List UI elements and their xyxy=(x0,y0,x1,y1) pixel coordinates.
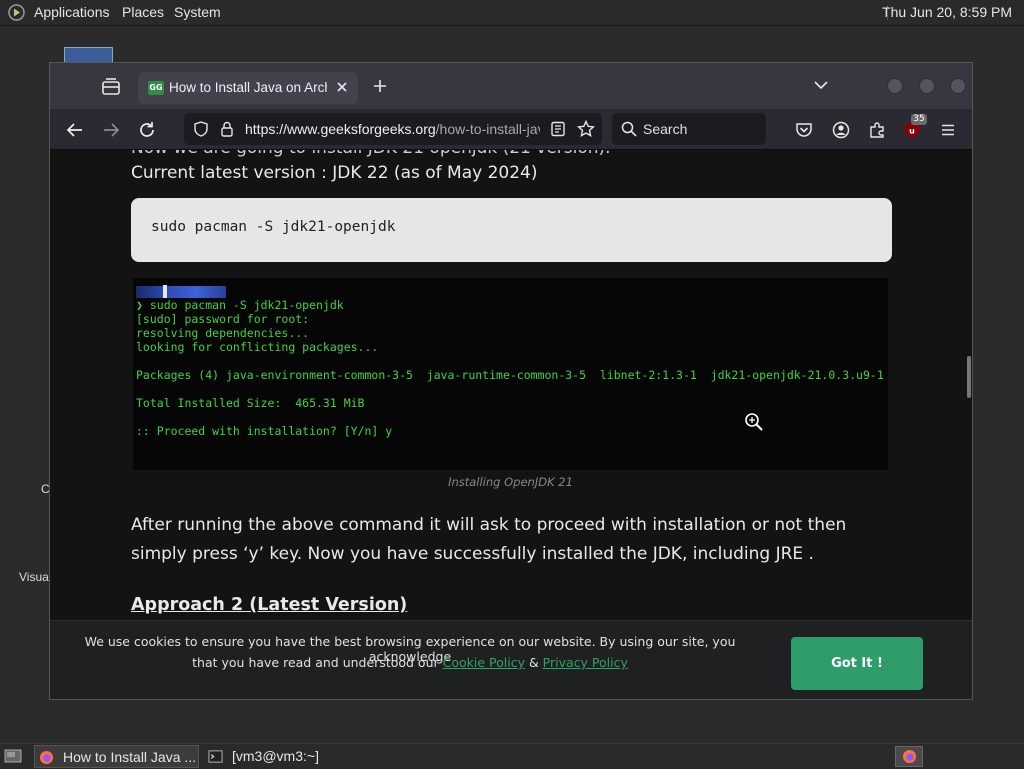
taskbar-item-browser[interactable]: How to Install Java ... xyxy=(34,745,199,768)
reader-view-icon[interactable] xyxy=(550,121,566,137)
search-icon xyxy=(621,121,637,137)
top-panel: Applications Places System Thu Jun 20, 8… xyxy=(0,0,1024,26)
url-path: /how-to-install-java-on-arch-linux/ xyxy=(435,121,540,137)
bookmark-star-icon[interactable] xyxy=(577,120,595,138)
lock-icon[interactable] xyxy=(220,121,234,137)
tab-bar: GG How to Install Java on Arch Linux xyxy=(50,63,972,109)
taskbar: How to Install Java ... [vm3@vm3:~] xyxy=(0,743,1024,769)
article-paragraph: After running the above command it will … xyxy=(131,515,847,564)
pocket-icon[interactable] xyxy=(795,121,813,139)
firefox-icon xyxy=(39,750,54,765)
section-heading: Approach 2 (Latest Version) xyxy=(131,595,408,615)
zoom-in-cursor-icon xyxy=(745,413,763,431)
cookie-policy-link[interactable]: Cookie Policy xyxy=(443,655,525,670)
terminal-line: resolving dependencies... xyxy=(136,326,310,340)
code-command: sudo pacman -S jdk21-openjdk xyxy=(151,219,396,235)
forward-arrow-icon[interactable] xyxy=(102,121,120,139)
cookie-text-line-2: that you have read and understood our Co… xyxy=(50,655,770,670)
taskbar-item-label: How to Install Java ... xyxy=(63,749,197,765)
terminal-line: looking for conflicting packages... xyxy=(136,340,379,354)
menu-system[interactable]: System xyxy=(174,0,221,25)
terminal-prompt-bar xyxy=(136,286,226,298)
firefox-icon xyxy=(902,749,917,764)
account-icon[interactable] xyxy=(832,121,850,139)
show-desktop-icon[interactable] xyxy=(4,748,22,764)
url-domain: https://www.geeksforgeeks.org xyxy=(245,121,436,137)
terminal-line: ❯ sudo pacman -S jdk21-openjdk xyxy=(136,298,344,312)
search-placeholder: Search xyxy=(643,121,688,137)
got-it-button[interactable]: Got It ! xyxy=(791,637,923,690)
code-block[interactable]: sudo pacman -S jdk21-openjdk xyxy=(131,198,892,262)
url-text[interactable]: https://www.geeksforgeeks.org/how-to-ins… xyxy=(245,113,540,145)
maximize-button[interactable] xyxy=(919,78,935,94)
cookie-banner: We use cookies to ensure you have the be… xyxy=(50,620,972,699)
chevron-down-icon[interactable] xyxy=(814,80,828,90)
navigation-toolbar: https://www.geeksforgeeks.org/how-to-ins… xyxy=(50,109,972,150)
terminal-line: Total Installed Size: 465.31 MiB xyxy=(136,396,365,410)
scrollbar-thumb[interactable] xyxy=(967,356,971,398)
article-text-partial: Now we are going to install JDK 21 openj… xyxy=(131,150,611,158)
ublock-count-badge: 35 xyxy=(911,114,927,125)
privacy-policy-link[interactable]: Privacy Policy xyxy=(543,655,628,670)
close-window-button[interactable] xyxy=(950,78,966,94)
clock[interactable]: Thu Jun 20, 8:59 PM xyxy=(882,0,1012,25)
menu-applications[interactable]: Applications xyxy=(34,0,110,25)
extensions-puzzle-icon[interactable] xyxy=(868,121,886,139)
browser-window: GG How to Install Java on Arch Linux xyxy=(49,62,973,700)
plus-icon[interactable] xyxy=(372,78,388,94)
reload-icon[interactable] xyxy=(138,121,156,139)
terminal-screenshot-image: ❯ sudo pacman -S jdk21-openjdk [sudo] pa… xyxy=(133,278,888,470)
close-icon[interactable] xyxy=(334,79,350,95)
shield-icon[interactable] xyxy=(193,121,209,137)
hamburger-menu-icon[interactable] xyxy=(939,121,957,139)
menu-places[interactable]: Places xyxy=(122,0,164,25)
terminal-line: :: Proceed with installation? [Y/n] y xyxy=(136,424,393,438)
tab-active[interactable]: GG How to Install Java on Arch Linux xyxy=(138,72,358,104)
taskbar-item-label: [vm3@vm3:~] xyxy=(232,748,319,764)
ampersand: & xyxy=(524,655,543,670)
cookie-text: that you have read and understood our xyxy=(192,655,443,670)
search-bar[interactable]: Search xyxy=(612,113,766,145)
back-arrow-icon[interactable] xyxy=(66,121,84,139)
tab-title: How to Install Java on Arch Linux xyxy=(169,80,327,95)
minimize-button[interactable] xyxy=(887,78,903,94)
distro-logo-icon[interactable] xyxy=(8,4,25,21)
taskbar-item-terminal[interactable]: [vm3@vm3:~] xyxy=(204,745,364,768)
svg-text:u: u xyxy=(909,127,915,136)
current-version-text: Current latest version : JDK 22 (as of M… xyxy=(131,163,538,183)
terminal-icon xyxy=(208,750,223,763)
url-bar[interactable]: https://www.geeksforgeeks.org/how-to-ins… xyxy=(184,113,602,145)
image-caption: Installing OpenJDK 21 xyxy=(448,475,573,489)
tray-firefox[interactable] xyxy=(895,746,923,767)
terminal-line: [sudo] password for root: xyxy=(136,312,310,326)
firefox-view-icon[interactable] xyxy=(100,77,122,97)
page-content[interactable]: Now we are going to install JDK 21 openj… xyxy=(50,150,972,699)
desktop-icon-label[interactable]: Visua xyxy=(19,570,49,584)
terminal-cursor xyxy=(163,285,167,298)
terminal-line: Packages (4) java-environment-common-3-5… xyxy=(136,368,884,382)
gfg-favicon-icon: GG xyxy=(148,81,164,95)
